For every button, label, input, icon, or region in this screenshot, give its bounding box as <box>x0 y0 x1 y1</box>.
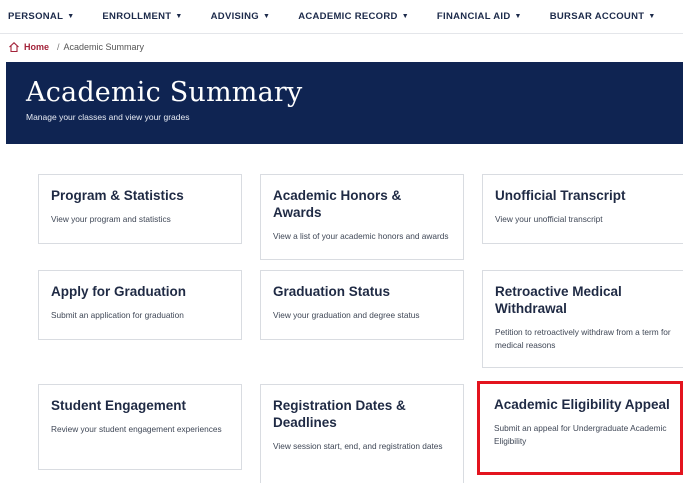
nav-enrollment[interactable]: ENROLLMENT ▼ <box>102 11 182 22</box>
breadcrumb-home-link[interactable]: Home <box>24 42 49 52</box>
caret-down-icon: ▼ <box>514 13 522 20</box>
card-description: View a list of your academic honors and … <box>273 231 449 241</box>
home-icon[interactable] <box>8 41 20 53</box>
card-program-statistics[interactable]: Program & Statistics View your program a… <box>38 174 242 244</box>
page-subtitle: Manage your classes and view your grades <box>26 112 190 122</box>
card-description: View your program and statistics <box>51 214 171 224</box>
card-title: Academic Eligibility Appeal <box>494 397 670 412</box>
card-description: View your graduation and degree status <box>273 310 420 320</box>
card-unofficial-transcript[interactable]: Unofficial Transcript View your unoffici… <box>482 174 683 244</box>
card-student-engagement[interactable]: Student Engagement Review your student e… <box>38 384 242 470</box>
card-description: Submit an appeal for Undergraduate Acade… <box>494 423 667 446</box>
nav-financial-aid[interactable]: FINANCIAL AID ▼ <box>437 11 522 22</box>
card-apply-for-graduation[interactable]: Apply for Graduation Submit an applicati… <box>38 270 242 340</box>
nav-academic-record[interactable]: ACADEMIC RECORD ▼ <box>298 11 409 22</box>
card-title: Retroactive Medical Withdrawal <box>495 284 622 316</box>
caret-down-icon: ▼ <box>175 13 183 20</box>
card-title: Registration Dates & Deadlines <box>273 398 406 430</box>
caret-down-icon: ▼ <box>401 13 409 20</box>
breadcrumb: Home / Academic Summary <box>8 38 144 56</box>
caret-down-icon: ▼ <box>67 13 75 20</box>
nav-label: FINANCIAL AID <box>436 11 511 22</box>
top-navigation: PERSONAL ▼ ENROLLMENT ▼ ADVISING ▼ ACADEMIC… <box>0 0 683 34</box>
nav-bursar-account[interactable]: BURSAR ACCOUNT ▼ <box>550 11 656 22</box>
caret-down-icon: ▼ <box>648 13 656 20</box>
breadcrumb-current: Academic Summary <box>63 42 145 52</box>
card-title: Student Engagement <box>51 398 187 413</box>
card-description: Review your student engagement experienc… <box>51 424 222 434</box>
nav-label: ACADEMIC RECORD <box>298 11 398 22</box>
page-title: Academic Summary <box>26 77 303 108</box>
card-title: Graduation Status <box>273 284 391 299</box>
caret-down-icon: ▼ <box>262 13 271 20</box>
card-title: Apply for Graduation <box>51 284 186 299</box>
card-registration-dates-deadlines[interactable]: Registration Dates & Deadlines View sess… <box>260 384 464 483</box>
nav-label: ADVISING <box>210 11 259 22</box>
nav-personal[interactable]: PERSONAL ▼ <box>8 11 74 22</box>
card-description: View session start, end, and registratio… <box>273 441 443 451</box>
card-graduation-status[interactable]: Graduation Status View your graduation a… <box>260 270 464 340</box>
nav-advising[interactable]: ADVISING ▼ <box>211 11 271 22</box>
card-description: View your unofficial transcript <box>495 214 603 224</box>
nav-label: BURSAR ACCOUNT <box>549 11 645 22</box>
card-title: Unofficial Transcript <box>495 188 626 203</box>
card-retroactive-medical-withdrawal[interactable]: Retroactive Medical Withdrawal Petition … <box>482 270 683 368</box>
card-title: Academic Honors & Awards <box>273 188 402 220</box>
card-academic-honors-awards[interactable]: Academic Honors & Awards View a list of … <box>260 174 464 260</box>
nav-label: ENROLLMENT <box>102 11 172 22</box>
breadcrumb-separator: / <box>57 42 60 52</box>
card-title: Program & Statistics <box>51 188 184 203</box>
nav-label: PERSONAL <box>8 11 64 22</box>
page-header-banner: Academic Summary Manage your classes and… <box>6 62 683 144</box>
card-description: Submit an application for graduation <box>51 310 184 320</box>
card-description: Petition to retroactively withdraw from … <box>495 327 671 350</box>
card-academic-eligibility-appeal[interactable]: Academic Eligibility Appeal Submit an ap… <box>482 384 683 472</box>
